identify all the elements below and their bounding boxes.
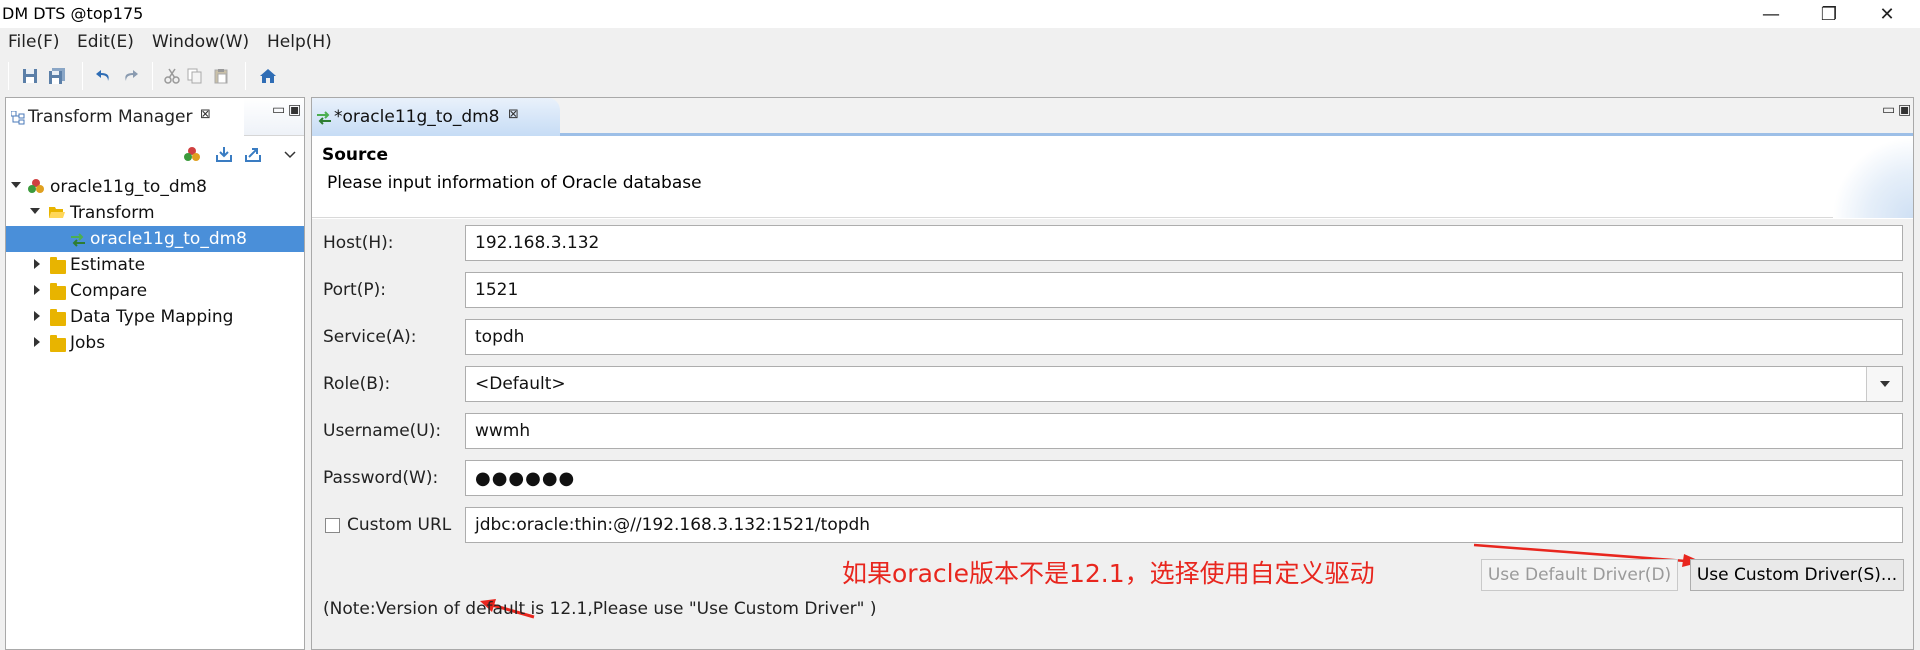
view-toolbar xyxy=(6,136,304,172)
menu-help[interactable]: Help(H) xyxy=(267,32,332,52)
tree-item-label: oracle11g_to_dm8 xyxy=(90,229,247,249)
tree-item-label: Data Type Mapping xyxy=(70,307,234,327)
password-input[interactable]: ●●●●●● xyxy=(465,460,1903,496)
minimize-view-icon[interactable]: ▭ xyxy=(272,102,285,118)
host-label: Host(H): xyxy=(323,233,394,253)
menu-window[interactable]: Window(W) xyxy=(152,32,249,52)
page-title: Source xyxy=(322,145,389,165)
project-tree: oracle11g_to_dm8 Transform oracle11g_to_… xyxy=(6,174,304,356)
role-select-value: <Default> xyxy=(475,374,566,394)
transform-manager-icon xyxy=(10,110,25,130)
transform-job-icon xyxy=(316,110,332,130)
title-bar: DM DTS @top175 — ❐ ✕ xyxy=(0,0,1920,28)
transform-manager-view: Transform Manager ⊠ ▭ ▣ oracle11g_to_dm8 xyxy=(5,97,305,650)
window-title: DM DTS @top175 xyxy=(2,4,144,23)
service-input[interactable]: topdh xyxy=(465,319,1903,355)
port-input[interactable]: 1521 xyxy=(465,272,1903,308)
view-tab-bar: Transform Manager ⊠ ▭ ▣ xyxy=(6,98,304,136)
editor-area: *oracle11g_to_dm8 ⊠ ▭ ▣ Source Please in… xyxy=(311,97,1914,650)
paste-icon[interactable] xyxy=(209,64,233,88)
close-tab-icon[interactable]: ⊠ xyxy=(508,107,519,122)
tree-item-label: Transform xyxy=(70,203,155,223)
save-all-icon[interactable] xyxy=(45,64,69,88)
password-label: Password(W): xyxy=(323,468,439,488)
custom-url-label: Custom URL xyxy=(347,515,452,535)
tree-item-label: Estimate xyxy=(70,255,146,275)
collapse-arrow-icon[interactable] xyxy=(34,337,40,347)
close-tab-icon[interactable]: ⊠ xyxy=(200,107,211,122)
tree-item-project[interactable]: oracle11g_to_dm8 xyxy=(6,174,304,200)
tree-item-transform-job[interactable]: oracle11g_to_dm8 xyxy=(6,226,304,252)
folder-icon xyxy=(50,283,66,300)
tab-transform-manager[interactable]: Transform Manager ⊠ xyxy=(6,98,244,136)
role-select[interactable]: <Default> xyxy=(465,366,1903,402)
toolbar-separator xyxy=(152,62,153,90)
collapse-arrow-icon[interactable] xyxy=(34,311,40,321)
open-folder-icon xyxy=(48,205,66,225)
tab-oracle11g-to-dm8[interactable]: *oracle11g_to_dm8 ⊠ xyxy=(312,98,560,136)
toolbar-separator xyxy=(245,62,246,90)
transform-job-icon xyxy=(70,232,86,252)
restore-button[interactable]: ❐ xyxy=(1800,0,1858,28)
save-icon[interactable] xyxy=(18,64,42,88)
menu-file[interactable]: File(F) xyxy=(8,32,60,52)
port-label: Port(P): xyxy=(323,280,386,300)
tab-label: *oracle11g_to_dm8 xyxy=(334,107,500,127)
collapse-arrow-icon[interactable] xyxy=(34,285,40,295)
tree-item-transform[interactable]: Transform xyxy=(6,200,304,226)
folder-icon xyxy=(50,257,66,274)
tree-item-label: oracle11g_to_dm8 xyxy=(50,177,207,197)
cut-icon[interactable] xyxy=(160,64,184,88)
folder-icon xyxy=(50,309,66,326)
close-button[interactable]: ✕ xyxy=(1858,0,1916,28)
undo-icon[interactable] xyxy=(92,64,116,88)
main-toolbar xyxy=(0,56,1920,96)
minimize-editor-icon[interactable]: ▭ xyxy=(1882,102,1895,118)
expand-arrow-icon[interactable] xyxy=(30,208,40,214)
host-input[interactable]: 192.168.3.132 xyxy=(465,225,1903,261)
version-note: (Note:Version of default is 12.1,Please … xyxy=(323,599,877,619)
tab-label: Transform Manager xyxy=(28,107,193,127)
menu-bar: File(F) Edit(E) Window(W) Help(H) xyxy=(0,28,1920,56)
copy-icon[interactable] xyxy=(183,64,207,88)
new-project-icon[interactable] xyxy=(184,146,200,167)
role-label: Role(B): xyxy=(323,374,391,394)
tree-item-label: Compare xyxy=(70,281,148,301)
view-menu-icon[interactable] xyxy=(284,145,296,165)
collapse-arrow-icon[interactable] xyxy=(34,259,40,269)
tree-item-data-type-mapping[interactable]: Data Type Mapping xyxy=(6,304,304,330)
connection-form: Host(H): 192.168.3.132 Port(P): 1521 Ser… xyxy=(312,219,1913,649)
export-icon[interactable] xyxy=(244,146,262,167)
expand-arrow-icon[interactable] xyxy=(11,182,21,188)
tree-item-compare[interactable]: Compare xyxy=(6,278,304,304)
tree-item-estimate[interactable]: Estimate xyxy=(6,252,304,278)
maximize-editor-icon[interactable]: ▣ xyxy=(1898,102,1911,118)
redo-icon[interactable] xyxy=(118,64,142,88)
use-default-driver-button[interactable]: Use Default Driver(D) xyxy=(1481,559,1678,591)
import-icon[interactable] xyxy=(215,146,233,167)
username-input[interactable]: wwmh xyxy=(465,413,1903,449)
page-description: Please input information of Oracle datab… xyxy=(327,173,702,193)
toolbar-separator xyxy=(82,62,83,90)
project-icon xyxy=(28,178,44,199)
service-label: Service(A): xyxy=(323,327,417,347)
menu-edit[interactable]: Edit(E) xyxy=(77,32,134,52)
home-icon[interactable] xyxy=(256,64,280,88)
use-custom-driver-button[interactable]: Use Custom Driver(S)... xyxy=(1690,559,1904,591)
username-label: Username(U): xyxy=(323,421,442,441)
editor-tab-bar: *oracle11g_to_dm8 ⊠ ▭ ▣ xyxy=(312,98,1913,136)
annotation-text: 如果oracle版本不是12.1，选择使用自定义驱动 xyxy=(842,559,1375,588)
custom-url-input[interactable]: jdbc:oracle:thin:@//192.168.3.132:1521/t… xyxy=(465,507,1903,543)
toolbar-separator xyxy=(8,62,9,90)
tree-item-label: Jobs xyxy=(70,333,106,353)
folder-icon xyxy=(50,335,66,352)
editor-body: Source Please input information of Oracl… xyxy=(312,136,1913,649)
wizard-header: Source Please input information of Oracl… xyxy=(312,136,1913,218)
maximize-view-icon[interactable]: ▣ xyxy=(288,102,301,118)
dropdown-arrow-icon[interactable] xyxy=(1866,367,1902,401)
tree-item-jobs[interactable]: Jobs xyxy=(6,330,304,356)
minimize-button[interactable]: — xyxy=(1742,0,1800,28)
custom-url-checkbox[interactable] xyxy=(325,518,340,533)
header-decoration xyxy=(1833,136,1913,218)
